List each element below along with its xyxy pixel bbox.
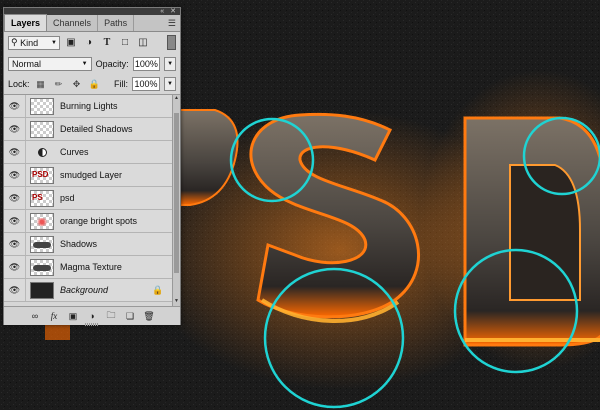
smart-object-thumbnail: PS <box>30 189 54 207</box>
filter-row: ⚲ Kind ▼ ▣ ◑ T □ ◫ <box>4 32 180 53</box>
search-icon: ⚲ <box>11 37 18 47</box>
curves-adjustment-icon <box>37 147 47 157</box>
chevron-down-icon: ▼ <box>51 39 57 46</box>
layer-name: Background <box>60 285 109 295</box>
lock-all-icon[interactable]: 🔒 <box>88 77 102 91</box>
layer-thumbnail <box>30 281 54 299</box>
close-icon[interactable]: ✕ <box>170 8 176 15</box>
layer-row[interactable]: 👁 orange bright spots <box>4 210 180 233</box>
trash-icon[interactable]: 🗑 <box>143 310 155 322</box>
type-filter-icon[interactable]: T <box>100 36 114 50</box>
fill-input[interactable]: 100% <box>132 77 160 91</box>
layer-thumbnail <box>30 212 54 230</box>
opacity-label: Opacity: <box>95 58 129 69</box>
layer-thumbnail <box>30 258 54 276</box>
kind-filter-select[interactable]: ⚲ Kind ▼ <box>8 35 60 50</box>
layer-row[interactable]: 👁 Curves <box>4 141 180 164</box>
layer-name: Magma Texture <box>60 262 122 272</box>
layer-row[interactable]: 👁 PSD smudged Layer <box>4 164 180 187</box>
visibility-eye-icon[interactable]: 👁 <box>4 233 26 255</box>
scrollbar-thumb[interactable] <box>174 113 179 273</box>
shape-filter-icon[interactable]: □ <box>118 36 132 50</box>
layer-name: Curves <box>60 147 89 157</box>
adjustment-layer-thumbnail <box>30 143 54 161</box>
smart-object-filter-icon[interactable]: ◫ <box>136 36 150 50</box>
lock-position-icon[interactable]: ✥ <box>70 77 84 91</box>
layer-list-scrollbar[interactable]: ▲ ▼ <box>172 95 180 306</box>
lock-label: Lock: <box>8 79 30 89</box>
layer-name: psd <box>60 193 75 203</box>
layer-row[interactable]: 👁 PS psd <box>4 187 180 210</box>
visibility-eye-icon[interactable]: 👁 <box>4 118 26 140</box>
layer-list: 👁 Burning Lights 👁 Detailed Shadows 👁 Cu… <box>4 95 180 306</box>
fx-icon[interactable]: fx <box>48 310 60 322</box>
layer-thumbnail <box>30 97 54 115</box>
visibility-eye-icon[interactable]: 👁 <box>4 164 26 186</box>
layer-row[interactable]: 👁 Background 🔒 <box>4 279 180 302</box>
visibility-eye-icon[interactable]: 👁 <box>4 141 26 163</box>
layer-name: Burning Lights <box>60 101 118 111</box>
opacity-input[interactable]: 100% <box>132 56 161 71</box>
tab-paths[interactable]: Paths <box>98 15 135 31</box>
resize-grip[interactable] <box>85 323 99 326</box>
chevron-down-icon: ▼ <box>81 60 88 67</box>
tab-layers[interactable]: Layers <box>4 14 48 31</box>
visibility-eye-icon[interactable]: 👁 <box>4 187 26 209</box>
layer-thumbnail <box>30 120 54 138</box>
new-layer-icon[interactable]: ❏ <box>124 310 136 322</box>
tab-channels[interactable]: Channels <box>47 15 99 31</box>
letter-d <box>463 116 600 347</box>
visibility-eye-icon[interactable]: 👁 <box>4 279 26 301</box>
panel-tabs: Layers Channels Paths ☰ <box>4 14 180 32</box>
layer-thumbnail: PSD <box>30 166 54 184</box>
layer-row[interactable]: 👁 Magma Texture <box>4 256 180 279</box>
layer-row[interactable]: 👁 Burning Lights <box>4 95 180 118</box>
group-icon[interactable]: 🗀 <box>105 310 117 322</box>
visibility-eye-icon[interactable]: 👁 <box>4 256 26 278</box>
lock-row: Lock: ▦ ✏ ✥ 🔒 Fill: 100% ▼ <box>4 74 180 95</box>
mask-icon[interactable]: ▣ <box>67 310 79 322</box>
opacity-dropdown-button[interactable]: ▼ <box>164 56 176 71</box>
scroll-down-icon[interactable]: ▼ <box>173 298 180 306</box>
lock-icon: 🔒 <box>152 284 164 295</box>
collapse-icon[interactable]: « <box>160 8 164 15</box>
layer-name: orange bright spots <box>60 216 138 226</box>
layer-name: smudged Layer <box>60 170 123 180</box>
scroll-up-icon[interactable]: ▲ <box>173 95 180 103</box>
layers-panel: « ✕ Layers Channels Paths ☰ ⚲ Kind ▼ ▣ ◑… <box>3 7 181 326</box>
fill-dropdown-button[interactable]: ▼ <box>164 77 176 91</box>
layer-name: Shadows <box>60 239 98 249</box>
fill-label: Fill: <box>114 79 128 89</box>
visibility-eye-icon[interactable]: 👁 <box>4 210 26 232</box>
link-icon[interactable]: ∞ <box>29 310 41 322</box>
lock-transparent-icon[interactable]: ▦ <box>34 77 48 91</box>
layer-row[interactable]: 👁 Shadows <box>4 233 180 256</box>
layer-row[interactable]: 👁 Detailed Shadows <box>4 118 180 141</box>
filter-toggle[interactable] <box>167 35 176 50</box>
layer-thumbnail <box>30 235 54 253</box>
adjustment-filter-icon[interactable]: ◑ <box>82 36 96 50</box>
panel-menu-icon[interactable]: ☰ <box>168 18 176 29</box>
adjustment-icon[interactable]: ◑ <box>86 310 98 322</box>
panel-bottom-toolbar: ∞ fx ▣ ◑ 🗀 ❏ 🗑 <box>4 306 180 326</box>
visibility-eye-icon[interactable]: 👁 <box>4 95 26 117</box>
image-filter-icon[interactable]: ▣ <box>64 36 78 50</box>
lock-image-icon[interactable]: ✏ <box>52 77 66 91</box>
blend-row: Normal ▼ Opacity: 100% ▼ <box>4 53 180 74</box>
blend-mode-select[interactable]: Normal ▼ <box>8 56 92 71</box>
layer-name: Detailed Shadows <box>60 124 133 134</box>
